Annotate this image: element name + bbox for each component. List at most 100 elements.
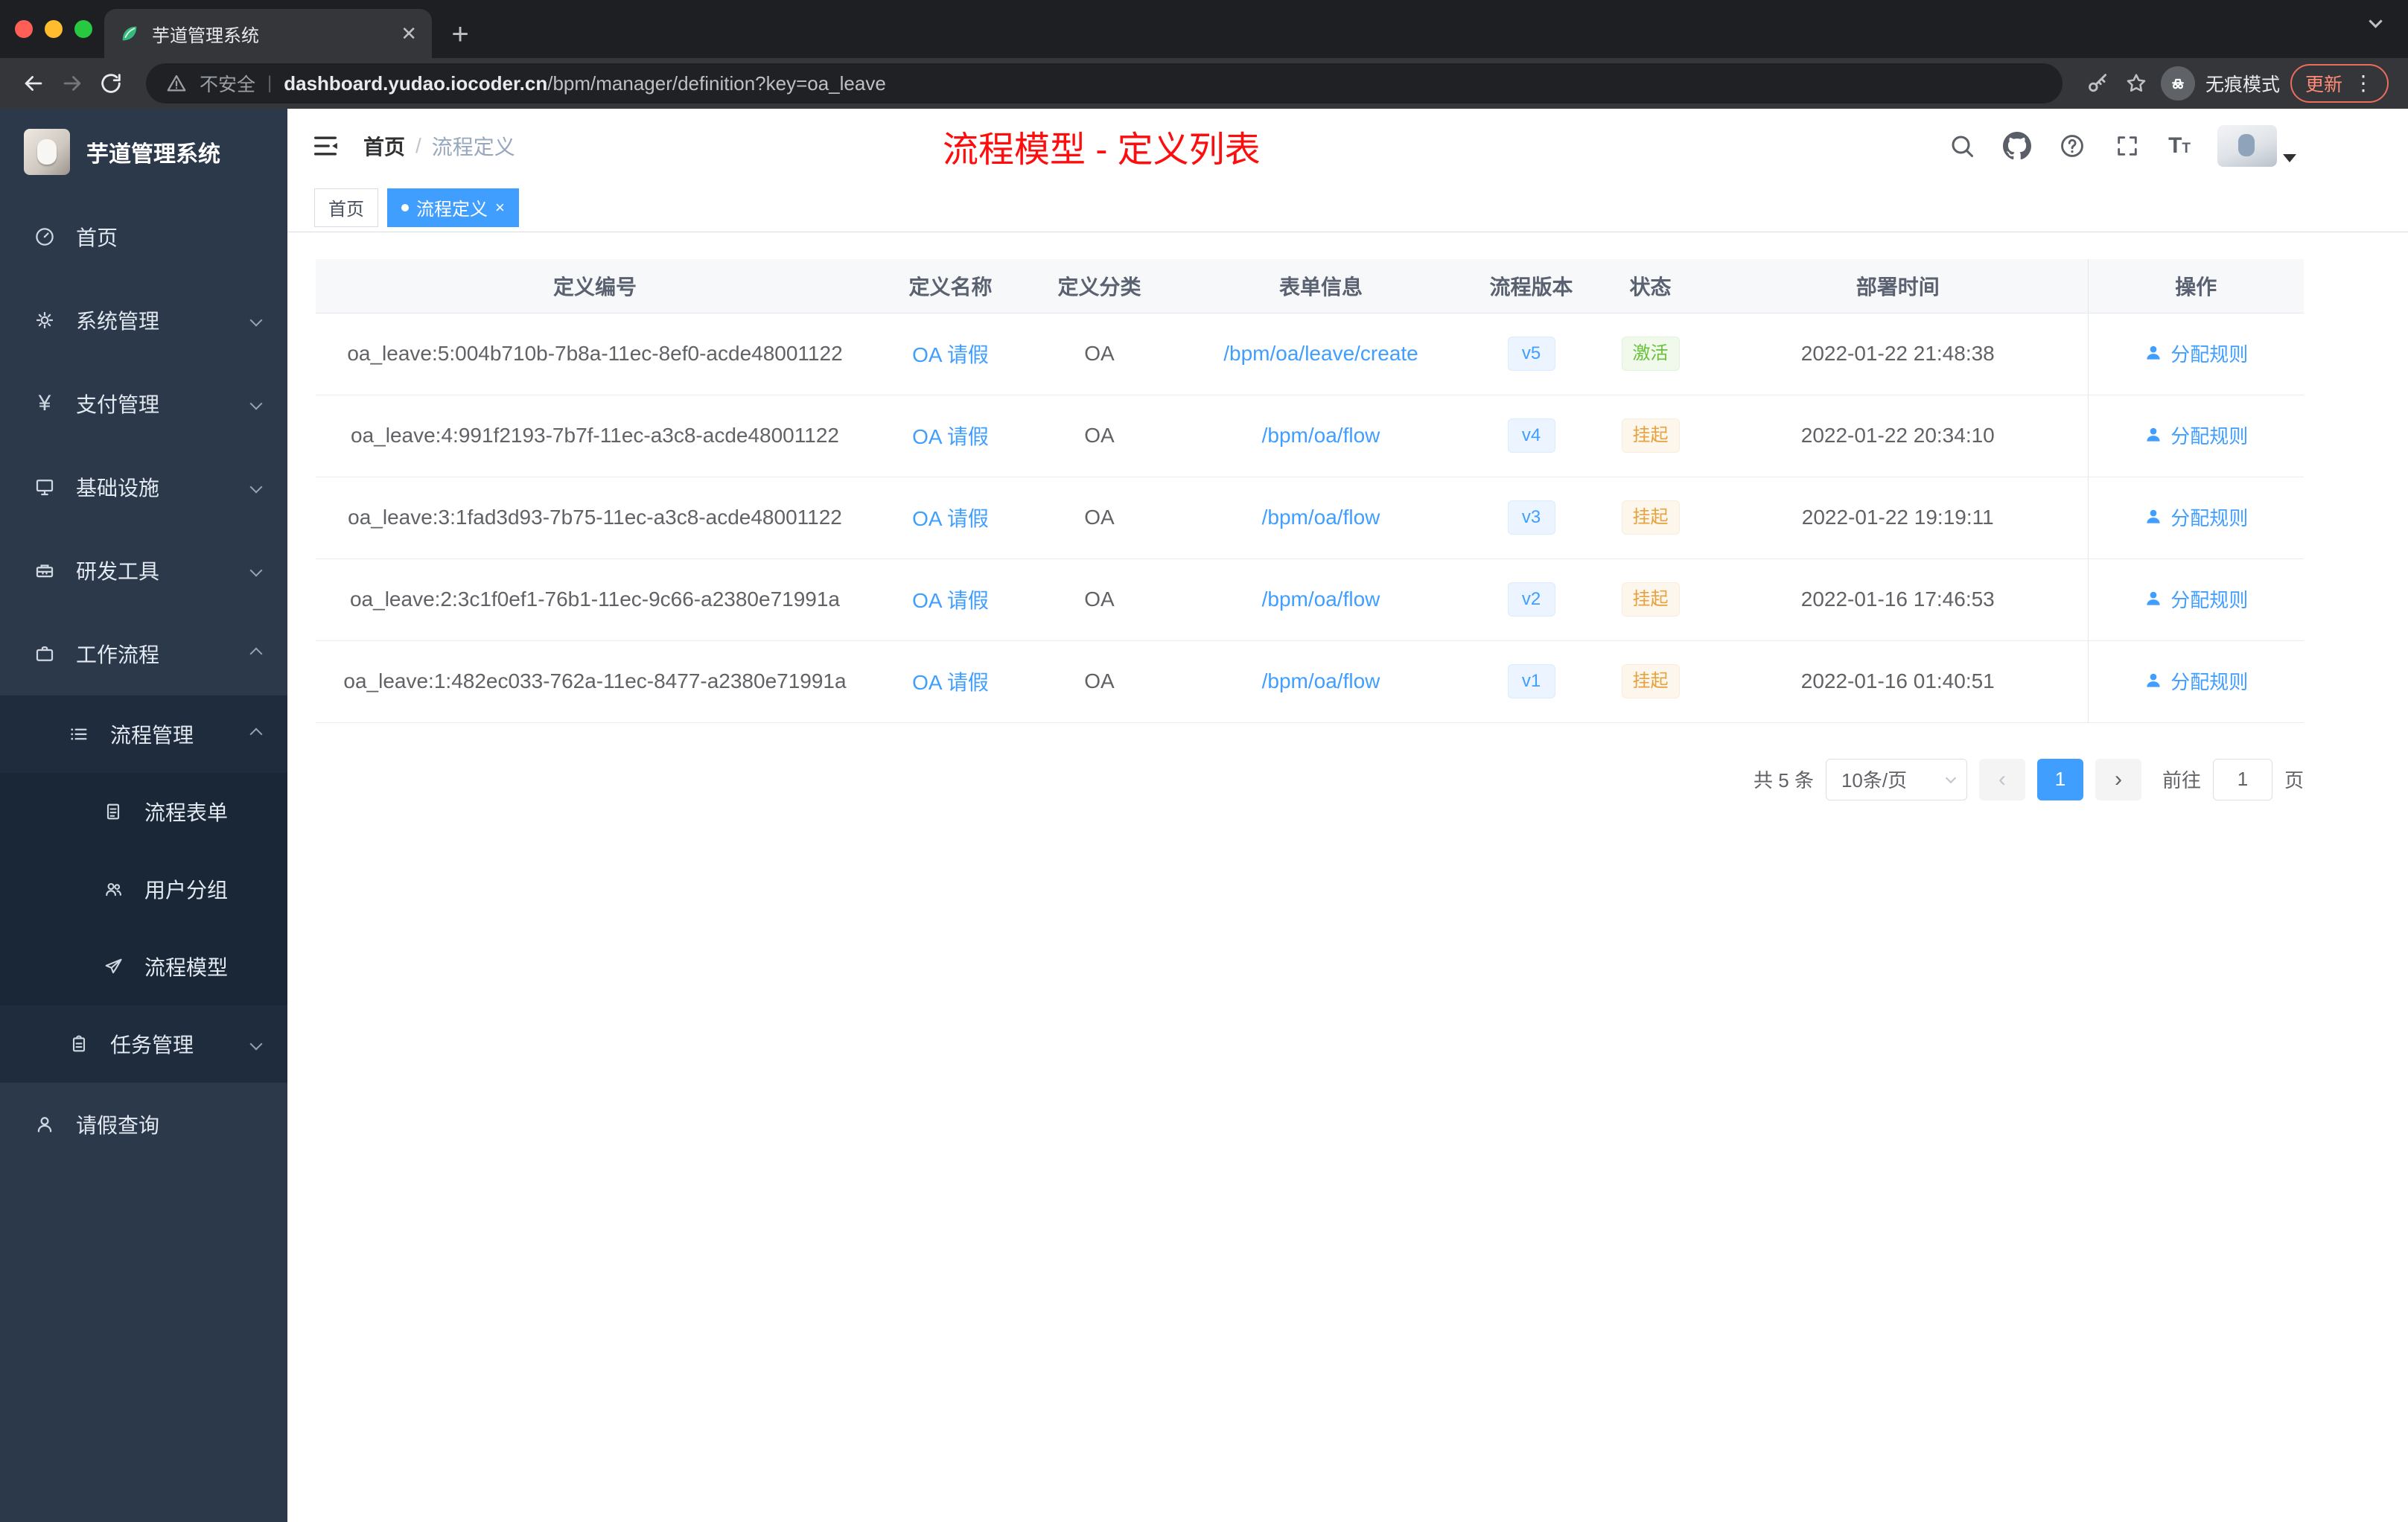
form-link[interactable]: /bpm/oa/leave/create	[1223, 342, 1418, 365]
col-form-info: 表单信息	[1172, 259, 1470, 313]
window-minimize-button[interactable]	[45, 20, 63, 38]
definition-id: oa_leave:3:1fad3d93-7b75-11ec-a3c8-acde4…	[316, 477, 874, 559]
version-badge: v2	[1507, 582, 1555, 617]
page-number-button[interactable]: 1	[2036, 758, 2083, 800]
table-row: oa_leave:5:004b710b-7b8a-11ec-8ef0-acde4…	[316, 313, 2304, 395]
paper-plane-icon	[101, 955, 125, 978]
hamburger-icon[interactable]	[310, 130, 341, 162]
forward-button[interactable]	[58, 69, 86, 98]
tag-close-icon[interactable]: ×	[495, 199, 505, 216]
breadcrumb-home[interactable]: 首页	[363, 131, 405, 161]
help-question-icon[interactable]	[2058, 132, 2086, 160]
toolbox-icon	[33, 558, 57, 582]
fullscreen-icon[interactable]	[2113, 132, 2141, 160]
page-size-value: 10条/页	[1841, 769, 1908, 792]
search-icon[interactable]	[1948, 132, 1976, 160]
browser-tab[interactable]: 芋道管理系统 ✕	[104, 9, 432, 58]
definition-name-link[interactable]: OA 请假	[912, 425, 989, 448]
page-size-select[interactable]: 10条/页	[1825, 758, 1967, 800]
sidebar-item-process-form[interactable]: 流程表单	[0, 773, 287, 850]
assign-rule-link[interactable]: 分配规则	[2144, 667, 2248, 695]
definition-name-link[interactable]: OA 请假	[912, 343, 989, 366]
col-definition-id: 定义编号	[316, 259, 874, 313]
form-link[interactable]: /bpm/oa/flow	[1262, 588, 1380, 611]
sidebar-item-label: 工作流程	[76, 643, 160, 666]
font-size-icon[interactable]: TT	[2168, 133, 2191, 159]
col-definition-category: 定义分类	[1027, 259, 1172, 313]
sidebar: 芋道管理系统 首页 系统管理 ¥ 支付管理 基础设施 研发工具 工作流程 流程管…	[0, 109, 287, 1522]
form-link[interactable]: /bpm/oa/flow	[1262, 506, 1380, 529]
col-actions: 操作	[2087, 259, 2304, 313]
user-menu[interactable]	[2217, 125, 2296, 167]
prev-page-button[interactable]: ‹	[1978, 758, 2025, 800]
user-avatar[interactable]	[2217, 125, 2277, 167]
sidebar-item-user-group[interactable]: 用户分组	[0, 850, 287, 928]
status-badge: 激活	[1621, 337, 1680, 371]
deploy-time: 2022-01-22 19:19:11	[1708, 477, 2088, 559]
sidebar-item-workflow[interactable]: 工作流程	[0, 612, 287, 695]
browser-menu-kebab-icon[interactable]: ⋮	[2353, 73, 2374, 94]
window-close-button[interactable]	[15, 20, 33, 38]
sidebar-item-system[interactable]: 系统管理	[0, 278, 287, 362]
monitor-icon	[33, 475, 57, 499]
address-bar[interactable]: 不安全 | dashboard.yudao.iocoder.cn/bpm/man…	[146, 63, 2063, 104]
sidebar-item-label: 任务管理	[110, 1034, 194, 1057]
sidebar-item-devtools[interactable]: 研发工具	[0, 529, 287, 612]
chevron-down-icon	[249, 313, 263, 327]
definition-name-link[interactable]: OA 请假	[912, 671, 989, 694]
col-deploy-time: 部署时间	[1708, 259, 2088, 313]
deploy-time: 2022-01-16 01:40:51	[1708, 640, 2088, 723]
sidebar-item-payment[interactable]: ¥ 支付管理	[0, 362, 287, 445]
definition-category: OA	[1027, 477, 1172, 559]
tag-home[interactable]: 首页	[314, 188, 378, 227]
tag-current[interactable]: 流程定义 ×	[387, 188, 519, 227]
next-page-button[interactable]: ›	[2095, 758, 2141, 800]
assign-rule-link[interactable]: 分配规则	[2144, 340, 2248, 367]
sidebar-item-label: 流程模型	[144, 956, 229, 979]
definition-name-link[interactable]: OA 请假	[912, 507, 989, 530]
sidebar-item-task-mgmt[interactable]: 任务管理	[0, 1005, 287, 1083]
list-icon	[67, 722, 91, 746]
assign-rule-link[interactable]: 分配规则	[2144, 585, 2248, 613]
url-host: dashboard.yudao.iocoder.cn	[284, 71, 548, 95]
sidebar-item-infra[interactable]: 基础设施	[0, 445, 287, 529]
new-tab-button[interactable]: +	[439, 13, 481, 55]
update-label: 更新	[2305, 74, 2342, 95]
tab-search-chevron-icon[interactable]	[2369, 14, 2387, 33]
total-count-label: 共 5 条	[1754, 769, 1814, 792]
bookmark-star-icon[interactable]	[2122, 69, 2150, 98]
reload-button[interactable]	[97, 69, 125, 98]
navbar-actions: TT	[1948, 109, 2296, 183]
goto-page-input[interactable]	[2212, 758, 2272, 800]
main-panel: 首页 / 流程定义 流程模型 - 定义列表 T T 首页 流程定义 × 定义编号…	[287, 109, 2408, 1522]
definition-category: OA	[1027, 395, 1172, 477]
sidebar-item-label: 请假查询	[76, 1114, 160, 1137]
breadcrumb-separator: /	[415, 134, 421, 157]
github-icon[interactable]	[2003, 132, 2032, 160]
sidebar-logo[interactable]: 芋道管理系统	[0, 109, 287, 195]
tab-title: 芋道管理系统	[152, 25, 259, 46]
status-badge: 挂起	[1621, 418, 1680, 453]
table-row: oa_leave:1:482ec033-762a-11ec-8477-a2380…	[316, 640, 2304, 723]
tab-close-icon[interactable]: ✕	[401, 22, 417, 45]
sidebar-item-process-mgmt[interactable]: 流程管理	[0, 695, 287, 773]
col-status: 状态	[1593, 259, 1708, 313]
back-button[interactable]	[19, 69, 48, 98]
url-text: dashboard.yudao.iocoder.cn/bpm/manager/d…	[284, 72, 886, 95]
chevron-down-icon	[249, 397, 263, 410]
assign-rule-link[interactable]: 分配规则	[2144, 503, 2248, 531]
window-zoom-button[interactable]	[74, 20, 92, 38]
col-process-version: 流程版本	[1470, 259, 1593, 313]
sidebar-item-home[interactable]: 首页	[0, 195, 287, 278]
app-navbar: 首页 / 流程定义 流程模型 - 定义列表 T T	[287, 109, 2408, 183]
form-link[interactable]: /bpm/oa/flow	[1262, 669, 1380, 692]
form-link[interactable]: /bpm/oa/flow	[1262, 424, 1380, 447]
sidebar-item-process-model[interactable]: 流程模型	[0, 928, 287, 1005]
table-row: oa_leave:2:3c1f0ef1-76b1-11ec-9c66-a2380…	[316, 558, 2304, 641]
browser-update-button[interactable]: 更新 ⋮	[2290, 64, 2389, 103]
password-key-icon[interactable]	[2083, 69, 2112, 98]
assign-rule-link[interactable]: 分配规则	[2144, 421, 2248, 449]
col-definition-name: 定义名称	[874, 259, 1027, 313]
definition-name-link[interactable]: OA 请假	[912, 589, 989, 612]
sidebar-item-leave-query[interactable]: 请假查询	[0, 1083, 287, 1166]
